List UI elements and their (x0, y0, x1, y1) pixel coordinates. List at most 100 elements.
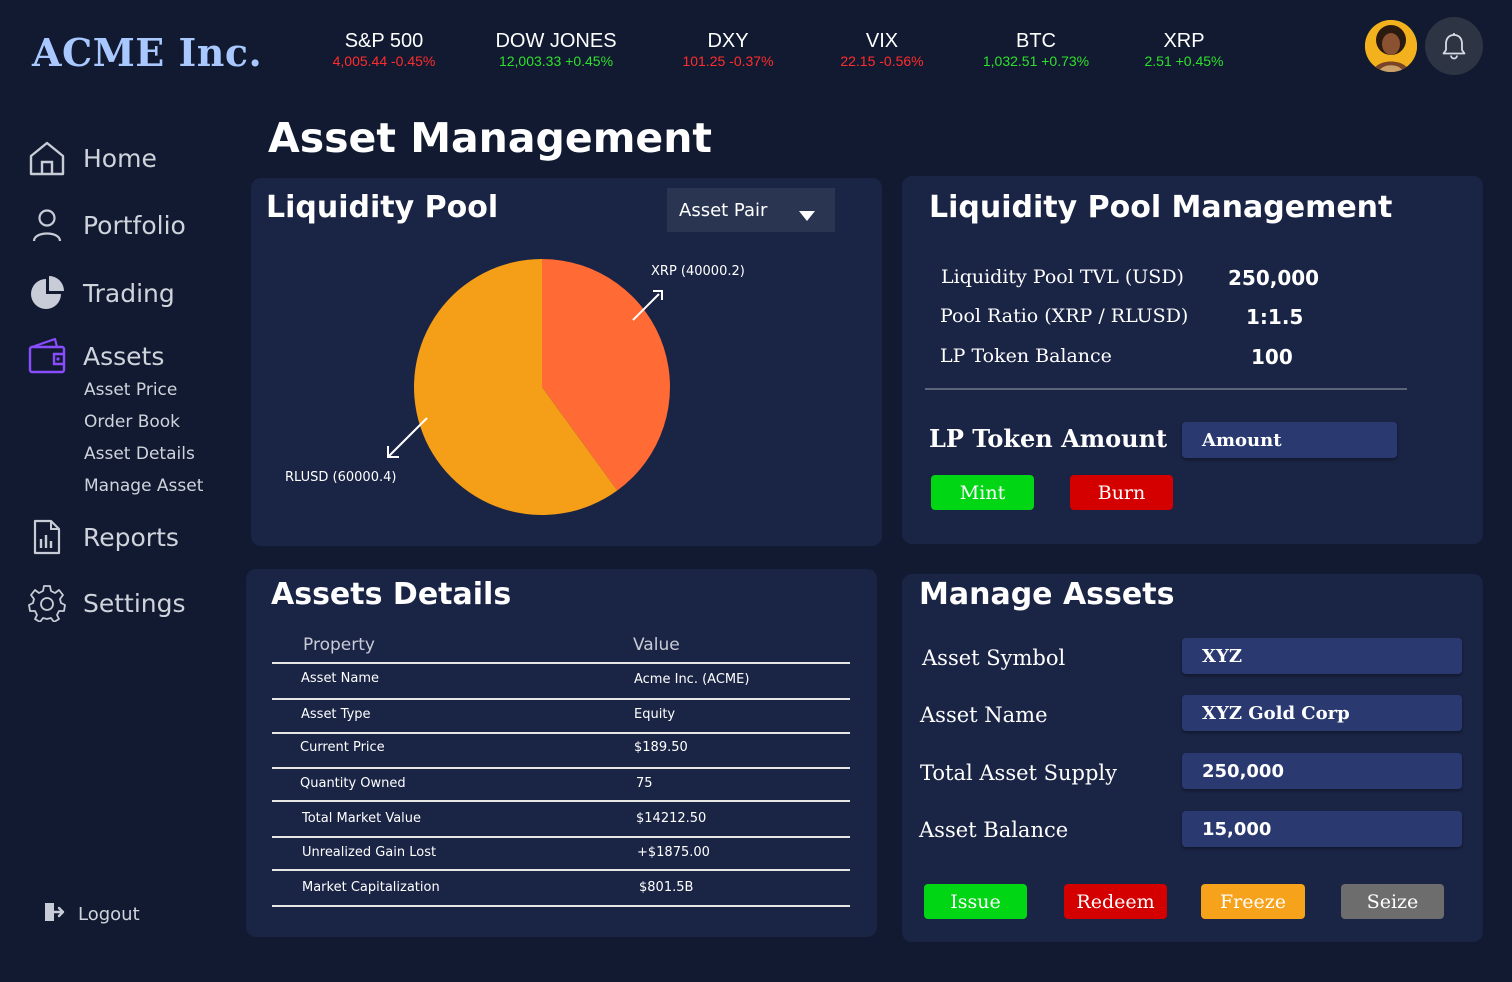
ticker-name: DOW JONES (495, 30, 617, 52)
app-logo[interactable]: ACME Inc. (32, 30, 262, 75)
burn-button[interactable]: Burn (1070, 475, 1173, 510)
ticker-dow-jones[interactable]: DOW JONES 12,003.33 +0.45% (486, 30, 626, 70)
sidebar-item-assets[interactable]: Assets (27, 336, 164, 376)
table-cell-property: Market Capitalization (302, 880, 440, 895)
user-icon (27, 205, 67, 245)
asset-name-label: Asset Name (920, 703, 1048, 727)
table-divider (272, 905, 850, 907)
total-asset-supply-input[interactable]: 250,000 (1182, 753, 1462, 789)
ticker-name: BTC (1016, 30, 1056, 52)
lp-tvl-label: Liquidity Pool TVL (USD) (941, 266, 1184, 288)
table-cell-property: Asset Type (301, 707, 371, 722)
liquidity-pool-card: Liquidity Pool Asset Pair XRP (40000.2) … (251, 178, 882, 546)
assets-details-card: Assets Details Property Value Asset Name… (246, 569, 877, 937)
ticker-value: 4,005.44 -0.45% (332, 53, 436, 69)
asset-symbol-label: Asset Symbol (922, 646, 1066, 670)
pool-ratio-value: 1:1.5 (1246, 305, 1304, 329)
sidebar-item-label: Portfolio (83, 210, 186, 240)
table-divider (272, 869, 850, 871)
ticker-value: 1,032.51 +0.73% (982, 53, 1090, 69)
manage-assets-title: Manage Assets (919, 577, 1175, 612)
liquidity-pie-chart (387, 259, 670, 515)
sidebar-item-label: Trading (83, 278, 175, 308)
ticker-name: VIX (865, 30, 899, 52)
app-root: ACME Inc. S&P 500 4,005.44 -0.45% DOW JO… (0, 0, 1512, 982)
home-icon (27, 138, 67, 178)
table-cell-value: $14212.50 (636, 811, 707, 826)
rlusd-pointer-arrow (387, 417, 428, 458)
column-header-value: Value (633, 635, 680, 655)
column-header-property: Property (303, 635, 375, 655)
sidebar-item-portfolio[interactable]: Portfolio (27, 205, 186, 245)
ticker-sp500[interactable]: S&P 500 4,005.44 -0.45% (322, 30, 446, 70)
sidebar-subitem-asset-details[interactable]: Asset Details (84, 444, 195, 464)
ticker-xrp[interactable]: XRP 2.51 +0.45% (1134, 30, 1234, 70)
freeze-button[interactable]: Freeze (1201, 884, 1305, 919)
table-cell-value: $801.5B (639, 880, 694, 895)
table-cell-property: Total Market Value (302, 811, 422, 826)
table-cell-property: Unrealized Gain Lost (302, 845, 437, 860)
ticker-name: S&P 500 (344, 30, 424, 52)
table-cell-property: Current Price (300, 740, 385, 755)
issue-button[interactable]: Issue (924, 884, 1027, 919)
assets-details-title: Assets Details (271, 577, 512, 612)
table-divider (272, 836, 850, 838)
avatar-portrait-icon (1365, 20, 1417, 72)
table-divider (272, 800, 850, 802)
ticker-vix[interactable]: VIX 22.15 -0.56% (830, 30, 934, 70)
logout-label: Logout (78, 903, 140, 925)
manage-assets-card: Manage Assets Asset Symbol XYZ Asset Nam… (902, 574, 1483, 942)
table-divider (272, 732, 850, 734)
asset-symbol-input[interactable]: XYZ (1182, 638, 1462, 674)
logout-button[interactable]: Logout (42, 900, 140, 928)
lp-tvl-value: 250,000 (1228, 266, 1320, 290)
report-icon (27, 517, 67, 557)
user-avatar[interactable] (1365, 20, 1417, 72)
lp-token-balance-value: 100 (1251, 345, 1293, 369)
bell-icon (1442, 33, 1466, 60)
table-cell-value: $189.50 (634, 740, 688, 755)
sidebar-subitem-asset-price[interactable]: Asset Price (84, 380, 177, 400)
ticker-dxy[interactable]: DXY 101.25 -0.37% (672, 30, 784, 70)
pie-label-xrp: XRP (40000.2) (651, 264, 745, 279)
pool-ratio-label: Pool Ratio (XRP / RLUSD) (940, 305, 1189, 327)
sidebar-item-label: Home (83, 143, 157, 173)
sidebar-item-settings[interactable]: Settings (27, 583, 186, 623)
lp-token-amount-label: LP Token Amount (929, 424, 1168, 453)
sidebar-subitem-order-book[interactable]: Order Book (84, 412, 180, 432)
table-cell-value: Equity (634, 707, 676, 722)
sidebar-item-label: Assets (83, 341, 165, 371)
lp-management-title: Liquidity Pool Management (929, 190, 1393, 225)
ticker-btc[interactable]: BTC 1,032.51 +0.73% (972, 30, 1100, 70)
redeem-button[interactable]: Redeem (1064, 884, 1167, 919)
sidebar-item-reports[interactable]: Reports (27, 517, 179, 557)
section-divider (925, 388, 1407, 390)
logout-icon (42, 900, 66, 928)
asset-balance-label: Asset Balance (919, 818, 1069, 842)
pie-label-rlusd: RLUSD (60000.4) (285, 470, 397, 485)
seize-button[interactable]: Seize (1341, 884, 1444, 919)
asset-name-input[interactable]: XYZ Gold Corp (1182, 695, 1462, 731)
table-divider (272, 662, 850, 664)
page-title: Asset Management (268, 114, 713, 162)
ticker-value: 101.25 -0.37% (682, 53, 774, 69)
asset-balance-input[interactable]: 15,000 (1182, 811, 1462, 847)
gear-icon (27, 583, 67, 623)
sidebar-item-trading[interactable]: Trading (27, 273, 175, 313)
sidebar-item-home[interactable]: Home (27, 138, 157, 178)
table-cell-value: 75 (636, 776, 653, 791)
notification-button[interactable] (1425, 17, 1483, 75)
sidebar-subitem-manage-asset[interactable]: Manage Asset (84, 476, 203, 496)
lp-management-card: Liquidity Pool Management Liquidity Pool… (902, 176, 1483, 544)
total-asset-supply-label: Total Asset Supply (920, 761, 1118, 785)
lp-token-amount-input[interactable]: Amount (1182, 422, 1397, 458)
table-divider (272, 767, 850, 769)
pie-chart-icon (27, 273, 67, 313)
table-cell-property: Quantity Owned (300, 776, 406, 791)
mint-button[interactable]: Mint (931, 475, 1034, 510)
lp-token-balance-label: LP Token Balance (940, 345, 1112, 367)
table-divider (272, 698, 850, 700)
ticker-name: XRP (1163, 30, 1205, 52)
table-cell-property: Asset Name (301, 671, 380, 686)
table-cell-value: +$1875.00 (637, 845, 710, 860)
